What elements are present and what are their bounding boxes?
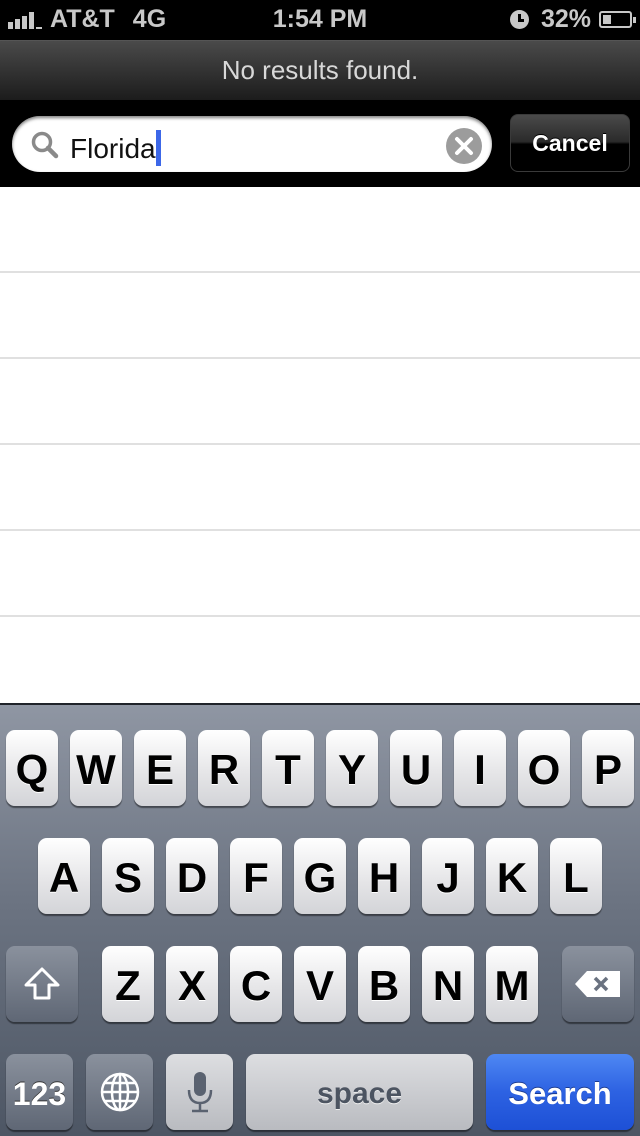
keyboard: Q W E R T Y U I O P A S D F G H J K L Z … (0, 703, 640, 1136)
key-s[interactable]: S (102, 838, 154, 914)
key-d[interactable]: D (166, 838, 218, 914)
results-list (0, 187, 640, 703)
battery-percent: 32% (540, 5, 591, 33)
list-item[interactable] (0, 273, 640, 359)
key-i[interactable]: I (454, 730, 506, 806)
key-z[interactable]: Z (102, 946, 154, 1022)
cancel-button[interactable]: Cancel (510, 114, 630, 172)
results-header: No results found. (0, 40, 640, 100)
alarm-icon (509, 10, 529, 29)
search-key[interactable]: Search (486, 1054, 634, 1130)
clear-button[interactable] (446, 128, 482, 164)
key-f[interactable]: F (230, 838, 282, 914)
search-bar: Florida Cancel (0, 100, 640, 187)
list-item[interactable] (0, 617, 640, 703)
shift-key[interactable] (6, 946, 78, 1022)
key-e[interactable]: E (134, 730, 186, 806)
status-bar: AT&T 4G 1:54 PM 32% (0, 0, 640, 40)
key-q[interactable]: Q (6, 730, 58, 806)
key-w[interactable]: W (70, 730, 122, 806)
key-o[interactable]: O (518, 730, 570, 806)
key-h[interactable]: H (358, 838, 410, 914)
key-a[interactable]: A (38, 838, 90, 914)
space-key[interactable]: space (246, 1054, 473, 1130)
globe-icon (100, 1072, 139, 1112)
key-k[interactable]: K (486, 838, 538, 914)
no-results-message: No results found. (221, 55, 419, 85)
shift-icon (24, 967, 60, 1000)
key-p[interactable]: P (582, 730, 634, 806)
list-item[interactable] (0, 359, 640, 445)
list-item[interactable] (0, 531, 640, 617)
microphone-icon (187, 1072, 212, 1113)
globe-key[interactable] (86, 1054, 153, 1130)
key-t[interactable]: T (262, 730, 314, 806)
key-y[interactable]: Y (326, 730, 378, 806)
backspace-icon (575, 971, 620, 997)
list-item[interactable] (0, 187, 640, 273)
key-n[interactable]: N (422, 946, 474, 1022)
battery-icon (599, 11, 636, 28)
key-r[interactable]: R (198, 730, 250, 806)
search-input[interactable]: Florida (12, 116, 492, 172)
key-b[interactable]: B (358, 946, 410, 1022)
key-u[interactable]: U (390, 730, 442, 806)
list-item[interactable] (0, 445, 640, 531)
key-l[interactable]: L (550, 838, 602, 914)
key-v[interactable]: V (294, 946, 346, 1022)
dictation-key[interactable] (166, 1054, 233, 1130)
search-input-value: Florida (70, 130, 161, 166)
key-m[interactable]: M (486, 946, 538, 1022)
numbers-key[interactable]: 123 (6, 1054, 73, 1130)
key-x[interactable]: X (166, 946, 218, 1022)
key-j[interactable]: J (422, 838, 474, 914)
magnifier-icon (31, 131, 59, 159)
key-g[interactable]: G (294, 838, 346, 914)
backspace-key[interactable] (562, 946, 634, 1022)
text-caret (155, 130, 161, 166)
clear-icon (455, 137, 473, 155)
key-c[interactable]: C (230, 946, 282, 1022)
